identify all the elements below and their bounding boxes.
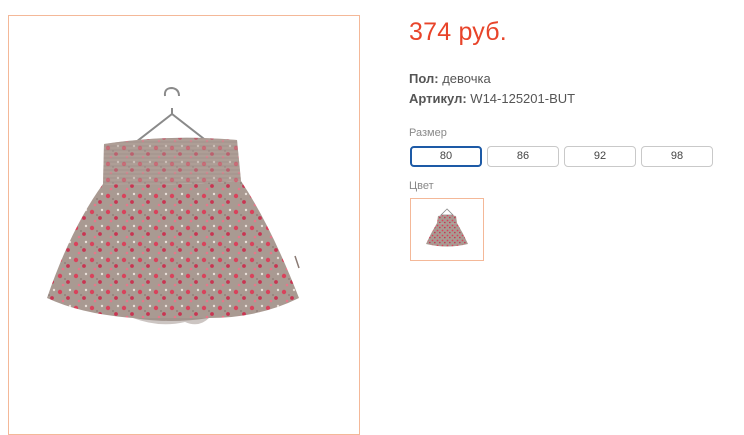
product-image [47, 86, 300, 325]
color-swatch[interactable] [410, 198, 484, 261]
sku-value: W14-125201-BUT [470, 91, 576, 106]
size-option-98[interactable]: 98 [641, 146, 713, 167]
gender-value: девочка [442, 71, 491, 86]
product-image-frame [8, 15, 360, 435]
size-option-80[interactable]: 80 [410, 146, 482, 167]
product-price: 374 руб. [409, 18, 507, 46]
floral-skirt-thumbnail-icon [426, 208, 468, 247]
gender-row: Пол: девочка [409, 71, 491, 86]
color-section-label: Цвет [409, 180, 434, 192]
gender-label: Пол: [409, 71, 439, 86]
sku-row: Артикул: W14-125201-BUT [409, 91, 575, 106]
size-option-86[interactable]: 86 [487, 146, 559, 167]
size-option-92[interactable]: 92 [564, 146, 636, 167]
size-section-label: Размер [409, 127, 447, 139]
sku-label: Артикул: [409, 91, 467, 106]
